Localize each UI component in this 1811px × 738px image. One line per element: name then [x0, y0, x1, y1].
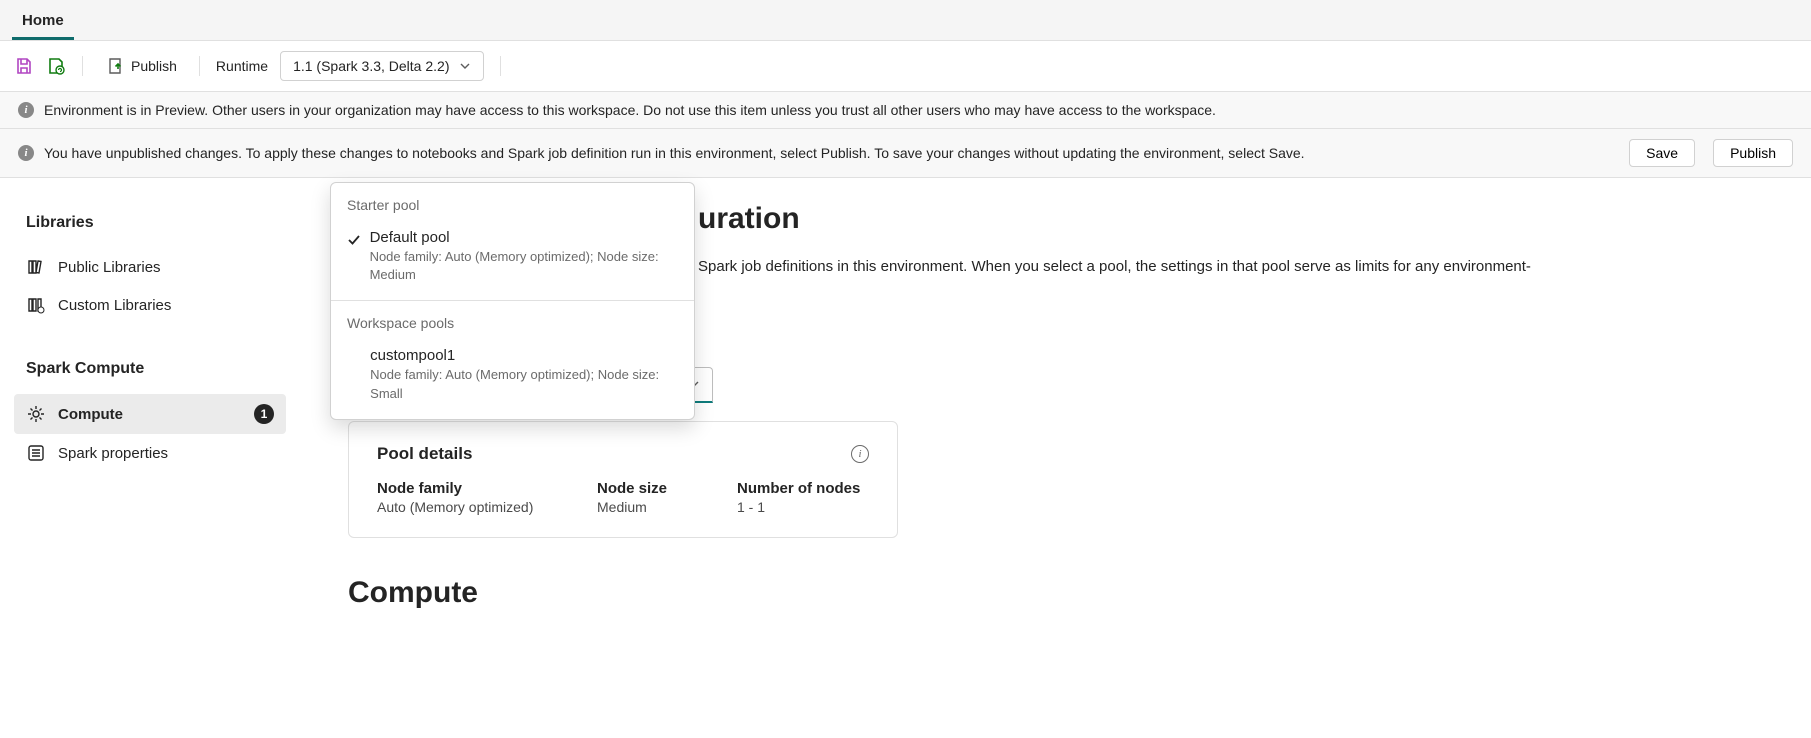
flyout-item-default-pool[interactable]: Default pool Node family: Auto (Memory o…: [331, 223, 694, 300]
tab-home[interactable]: Home: [12, 6, 74, 40]
unpublished-banner: i You have unpublished changes. To apply…: [0, 129, 1811, 178]
check-icon: [347, 229, 362, 284]
pool-details-title: Pool details: [377, 444, 472, 464]
books-icon: [26, 258, 46, 276]
flyout-item-subtitle: Node family: Auto (Memory optimized); No…: [370, 366, 678, 402]
sidebar-item-label: Spark properties: [58, 445, 168, 462]
save-icon[interactable]: [14, 56, 34, 76]
page-heading-fragment: uration: [698, 202, 1763, 236]
num-nodes-value: 1 - 1: [737, 499, 860, 515]
sidebar-item-custom-libraries[interactable]: Custom Libraries: [14, 286, 286, 324]
node-family-value: Auto (Memory optimized): [377, 499, 567, 515]
num-nodes-label: Number of nodes: [737, 480, 860, 497]
pool-details-card: Pool details i Node family Auto (Memory …: [348, 421, 898, 538]
check-placeholder: [347, 347, 362, 402]
info-icon: i: [18, 102, 34, 118]
preview-banner-text: Environment is in Preview. Other users i…: [44, 102, 1793, 118]
toolbar-separator: [500, 56, 501, 76]
sidebar-item-compute[interactable]: Compute 1: [14, 394, 286, 434]
flyout-item-subtitle: Node family: Auto (Memory optimized); No…: [370, 248, 678, 284]
sidebar-section-libraries: Libraries: [14, 206, 286, 240]
publish-icon: [105, 56, 125, 76]
sidebar-item-label: Custom Libraries: [58, 297, 171, 314]
runtime-value: 1.1 (Spark 3.3, Delta 2.2): [293, 58, 449, 74]
toolbar-separator: [199, 56, 200, 76]
sidebar-section-spark-compute: Spark Compute: [14, 352, 286, 386]
sidebar-item-spark-properties[interactable]: Spark properties: [14, 434, 286, 472]
main-content: Starter pool Default pool Node family: A…: [300, 178, 1811, 738]
sidebar-item-label: Public Libraries: [58, 259, 161, 276]
node-size-value: Medium: [597, 499, 707, 515]
compute-section-heading: Compute: [348, 576, 1763, 610]
pool-dropdown-list: Starter pool Default pool Node family: A…: [330, 182, 695, 420]
preview-banner: i Environment is in Preview. Other users…: [0, 92, 1811, 129]
flyout-group-workspace: Workspace pools: [331, 301, 694, 341]
sidebar-item-label: Compute: [58, 406, 123, 423]
flyout-item-custompool1[interactable]: custompool1 Node family: Auto (Memory op…: [331, 341, 694, 418]
runtime-select[interactable]: 1.1 (Spark 3.3, Delta 2.2): [280, 51, 484, 81]
top-tab-bar: Home: [0, 0, 1811, 41]
page-desc-fragment: Spark job definitions in this environmen…: [698, 256, 1763, 279]
publish-label: Publish: [131, 58, 177, 74]
info-icon[interactable]: i: [851, 445, 869, 463]
flyout-item-title: custompool1: [370, 347, 678, 364]
toolbar-separator: [82, 56, 83, 76]
runtime-label: Runtime: [216, 58, 268, 74]
banner-save-button[interactable]: Save: [1629, 139, 1695, 167]
node-family-label: Node family: [377, 480, 567, 497]
sidebar: Libraries Public Libraries Custom Librar…: [0, 178, 300, 738]
flyout-group-starter: Starter pool: [331, 183, 694, 223]
sidebar-item-public-libraries[interactable]: Public Libraries: [14, 248, 286, 286]
chevron-down-icon: [459, 60, 471, 72]
unpublished-banner-text: You have unpublished changes. To apply t…: [44, 145, 1611, 161]
toolbar: Publish Runtime 1.1 (Spark 3.3, Delta 2.…: [0, 41, 1811, 92]
list-icon: [26, 444, 46, 462]
node-size-label: Node size: [597, 480, 707, 497]
flyout-item-title: Default pool: [370, 229, 678, 246]
info-icon: i: [18, 145, 34, 161]
publish-button[interactable]: Publish: [99, 52, 183, 80]
compute-badge: 1: [254, 404, 274, 424]
banner-publish-button[interactable]: Publish: [1713, 139, 1793, 167]
discard-icon[interactable]: [46, 56, 66, 76]
custom-books-icon: [26, 296, 46, 314]
gear-icon: [26, 405, 46, 423]
